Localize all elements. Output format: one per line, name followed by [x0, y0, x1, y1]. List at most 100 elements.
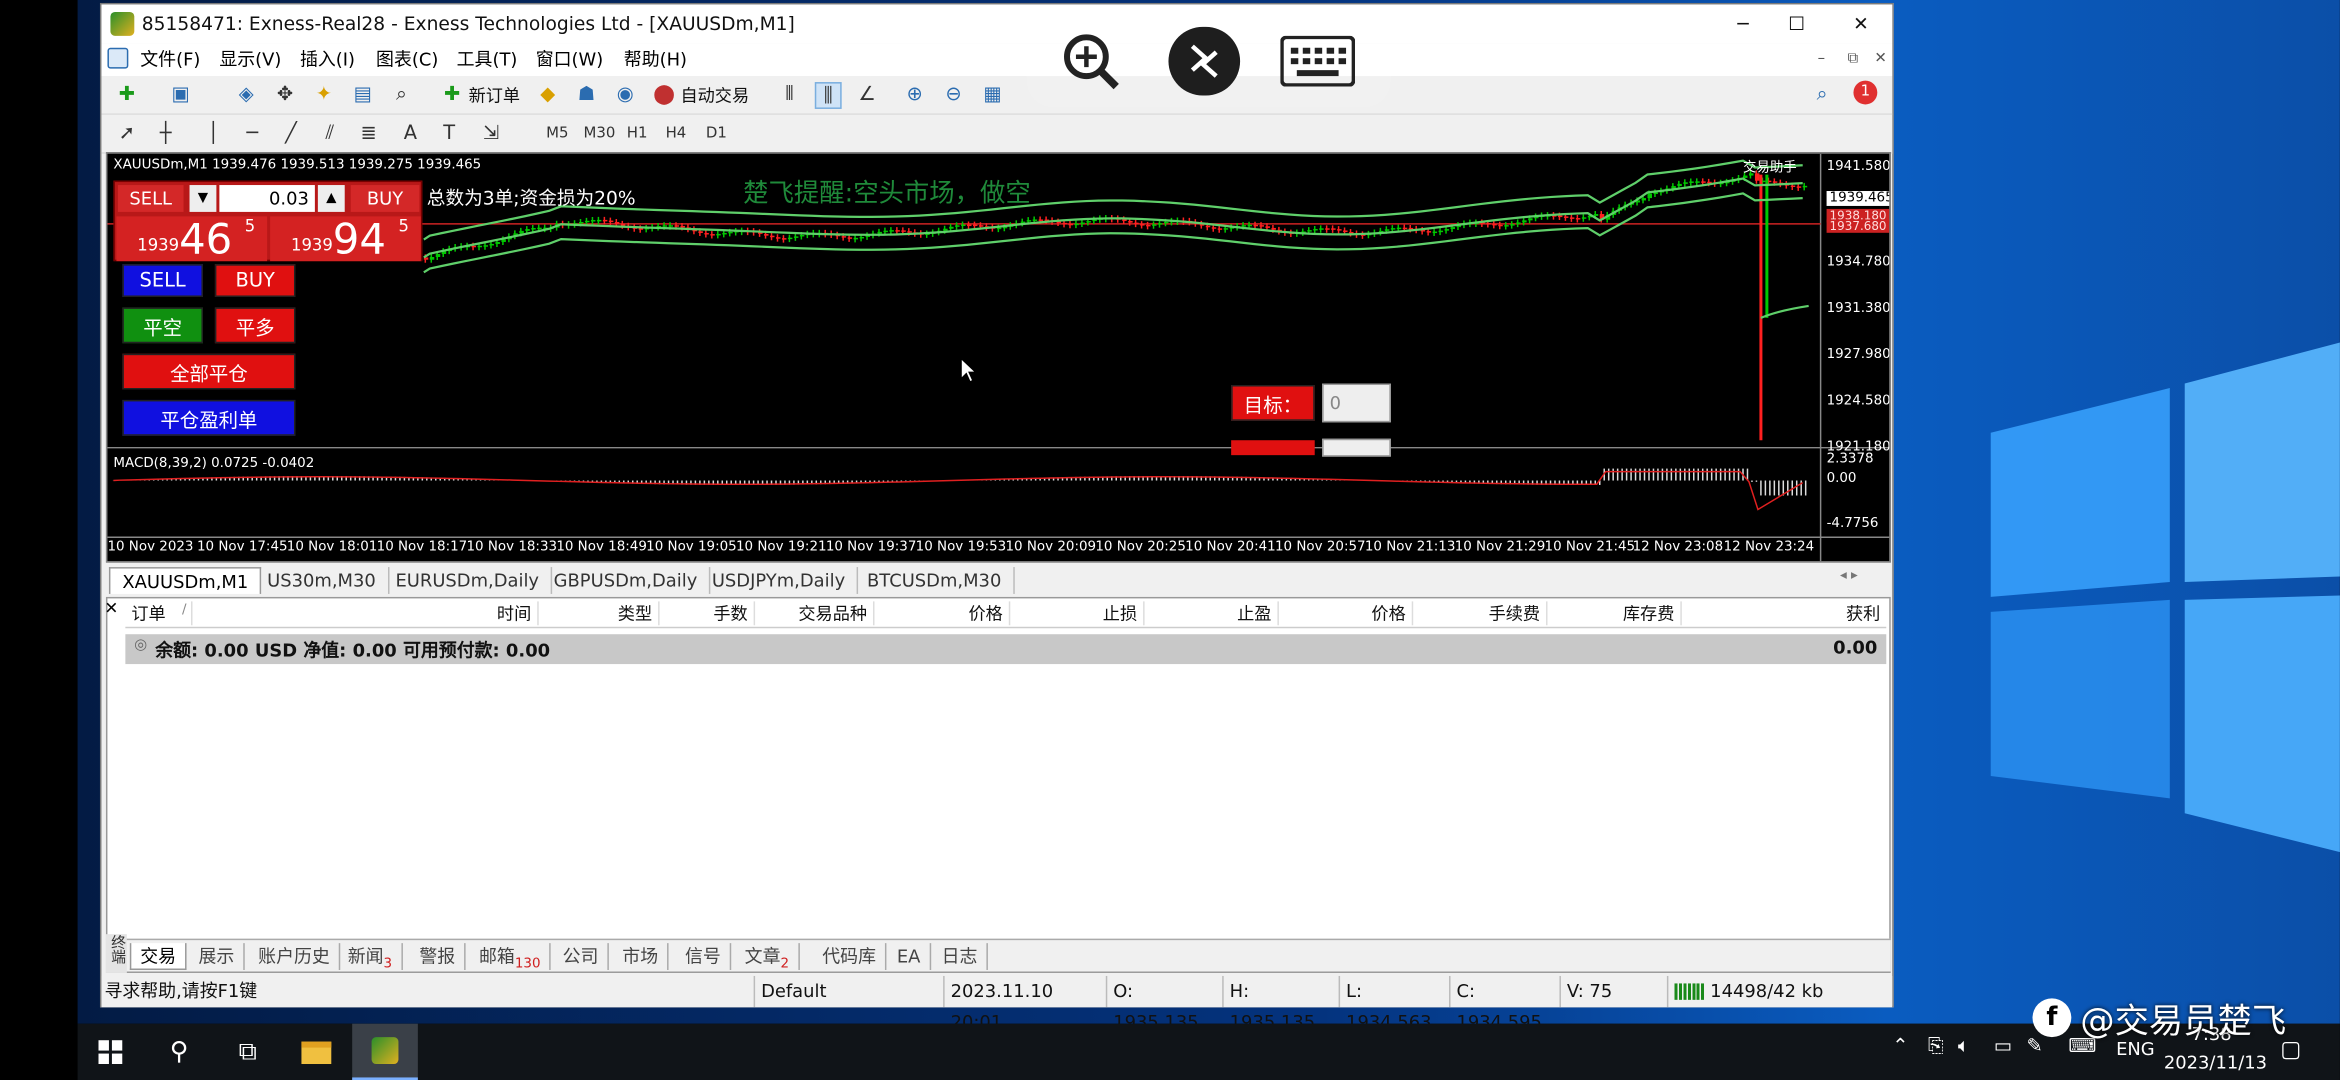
clock-date[interactable]: 2023/11/13	[2164, 1052, 2267, 1073]
close-all-button[interactable]: 全部平仓	[122, 353, 296, 390]
zoom-in-icon[interactable]: ⊕	[901, 82, 928, 109]
volume-icon[interactable]: 🔈︎	[1958, 1036, 1970, 1058]
mt4-taskbar-icon[interactable]	[352, 1023, 418, 1080]
menu-window[interactable]: 窗口(W)	[536, 43, 604, 76]
terminal-tab-0[interactable]: 交易	[129, 943, 187, 970]
terminal-tab-11[interactable]: EA	[888, 943, 931, 970]
column-header-10[interactable]: 库存费	[1510, 598, 1674, 628]
tf-d1[interactable]: D1	[706, 122, 727, 146]
price-chart[interactable]: XAUUSDm,M1 1939.476 1939.513 1939.275 19…	[105, 152, 1891, 563]
status-traffic[interactable]: 14498/42 kb	[1666, 975, 1885, 1008]
mdi-restore[interactable]: ⧉	[1847, 43, 1858, 76]
metaeditor-icon[interactable]: ◆	[534, 82, 561, 109]
new-chart-icon[interactable]: ✚	[113, 82, 140, 109]
terminal-tab-2[interactable]: 账户历史	[249, 943, 341, 970]
mdi-minimize[interactable]: –	[1818, 43, 1825, 76]
tester-icon[interactable]: ⌕	[388, 82, 415, 109]
terminal-tab-3[interactable]: 新闻3	[339, 943, 403, 972]
lot-input[interactable]: 0.03	[219, 185, 315, 212]
line-chart-icon[interactable]: ∠	[854, 82, 881, 109]
keyboard-icon[interactable]	[1279, 27, 1357, 96]
crosshair-icon[interactable]: ┼	[152, 121, 179, 148]
target-input[interactable]: 0	[1322, 383, 1391, 423]
signals-icon[interactable]: ◉	[612, 82, 639, 109]
terminal-tab-12[interactable]: 日志	[933, 943, 988, 970]
terminal-tab-4[interactable]: 警报	[410, 943, 466, 970]
tab-scroll-icon[interactable]: ◂ ▸	[1840, 569, 1858, 584]
auto-trade-button[interactable]: 自动交易	[680, 76, 749, 115]
terminal-tab-5[interactable]: 邮箱130	[470, 943, 551, 972]
tf-m5[interactable]: M5	[546, 122, 568, 146]
panel-sell-button[interactable]: SELL	[117, 185, 184, 212]
search-icon[interactable]: ⌕	[1809, 82, 1836, 109]
network-icon[interactable]: ▭	[1994, 1036, 2012, 1058]
task-view-icon[interactable]: ⧉	[215, 1024, 281, 1080]
menu-file[interactable]: 文件(F)	[140, 43, 200, 76]
tf-m30[interactable]: M30	[583, 122, 615, 146]
panel-buy-button[interactable]: BUY	[350, 185, 420, 212]
file-explorer-icon[interactable]	[284, 1024, 350, 1080]
navigator-icon[interactable]: ✥	[272, 82, 299, 109]
status-profile[interactable]: Default	[753, 975, 939, 1008]
terminal-tab-10[interactable]: 代码库	[813, 943, 887, 970]
zoom-out-icon[interactable]: ⊖	[940, 82, 967, 109]
new-order-icon[interactable]: ✚	[439, 82, 466, 109]
tf-h1[interactable]: H1	[627, 122, 648, 146]
terminal-tab-7[interactable]: 市场	[613, 943, 669, 970]
data-window-icon[interactable]: ✦	[310, 82, 337, 109]
trendline-icon[interactable]: ╱	[278, 121, 305, 148]
fibonacci-icon[interactable]: ≣	[355, 121, 382, 148]
tf-h4[interactable]: H4	[666, 122, 687, 146]
usb-icon[interactable]: ⎘	[1928, 1036, 1944, 1058]
menu-tools[interactable]: 工具(T)	[457, 43, 518, 76]
chart-tab-3[interactable]: GBPUSDm,Daily	[542, 567, 711, 594]
candlestick-icon[interactable]: ⫼	[814, 82, 842, 109]
chart-tab-1[interactable]: US30m,M30	[255, 567, 390, 594]
remote-desktop-icon[interactable]	[1168, 26, 1241, 96]
close-button[interactable]: ✕	[1843, 4, 1879, 43]
column-header-0[interactable]: 订单	[131, 598, 165, 628]
chart-tab-0[interactable]: XAUUSDm,M1	[108, 567, 262, 594]
menu-charts[interactable]: 图表(C)	[376, 43, 438, 76]
column-header-11[interactable]: 获利	[1716, 598, 1880, 628]
close-profit-button[interactable]: 平仓盈利单	[122, 399, 296, 436]
horizontal-line-icon[interactable]: ─	[239, 121, 266, 148]
minimize-button[interactable]: ─	[1725, 4, 1761, 43]
notification-icon[interactable]: 1	[1853, 80, 1878, 105]
options-icon[interactable]: ☗	[573, 82, 600, 109]
buy-button[interactable]: BUY	[214, 264, 296, 297]
new-order-button[interactable]: 新订单	[469, 76, 520, 115]
title-bar[interactable]: 85158471: Exness-Real28 - Exness Technol…	[101, 4, 1893, 44]
bar-chart-icon[interactable]: ⫴	[776, 82, 803, 109]
tray-chevron-icon[interactable]: ⌃	[1892, 1036, 1908, 1058]
menu-help[interactable]: 帮助(H)	[624, 43, 687, 76]
menu-insert[interactable]: 插入(I)	[300, 43, 355, 76]
lot-down-icon[interactable]: ▼	[189, 185, 217, 212]
market-watch-icon[interactable]: ◈	[233, 82, 260, 109]
maximize-button[interactable]: ☐	[1779, 4, 1815, 43]
chart-tab-5[interactable]: BTCUSDm,M30	[855, 567, 1015, 594]
auto-trade-icon[interactable]: ⬤	[651, 82, 678, 109]
channel-icon[interactable]: ⫽	[316, 121, 343, 148]
terminal-tab-9[interactable]: 文章2	[736, 943, 800, 972]
buy-price-box[interactable]: 1939 94 5	[270, 215, 421, 264]
sell-button[interactable]: SELL	[122, 264, 203, 297]
second-input-partial[interactable]	[1322, 438, 1391, 457]
arrows-icon[interactable]: ⇲	[478, 121, 505, 148]
start-icon[interactable]	[78, 1024, 144, 1080]
menu-view[interactable]: 显示(V)	[219, 43, 281, 76]
close-long-button[interactable]: 平多	[214, 307, 296, 344]
chart-tab-4[interactable]: USDJPYm,Daily	[700, 567, 859, 594]
terminal-close-icon[interactable]: ✕	[104, 598, 119, 617]
chart-tab-2[interactable]: EURUSDm,Daily	[384, 567, 553, 594]
terminal-tab-1[interactable]: 展示	[190, 943, 245, 970]
close-short-button[interactable]: 平空	[122, 307, 203, 344]
text-icon[interactable]: A	[397, 121, 424, 148]
tile-windows-icon[interactable]: ▦	[979, 82, 1006, 109]
search-taskbar-icon[interactable]: ⚲	[146, 1024, 212, 1080]
terminal-tab-8[interactable]: 信号	[676, 943, 732, 970]
terminal-icon[interactable]: ▤	[349, 82, 376, 109]
sell-price-box[interactable]: 1939 46 5	[116, 215, 268, 264]
cursor-icon[interactable]: ➚	[113, 121, 140, 148]
profiles-icon[interactable]: ▣	[167, 82, 194, 109]
